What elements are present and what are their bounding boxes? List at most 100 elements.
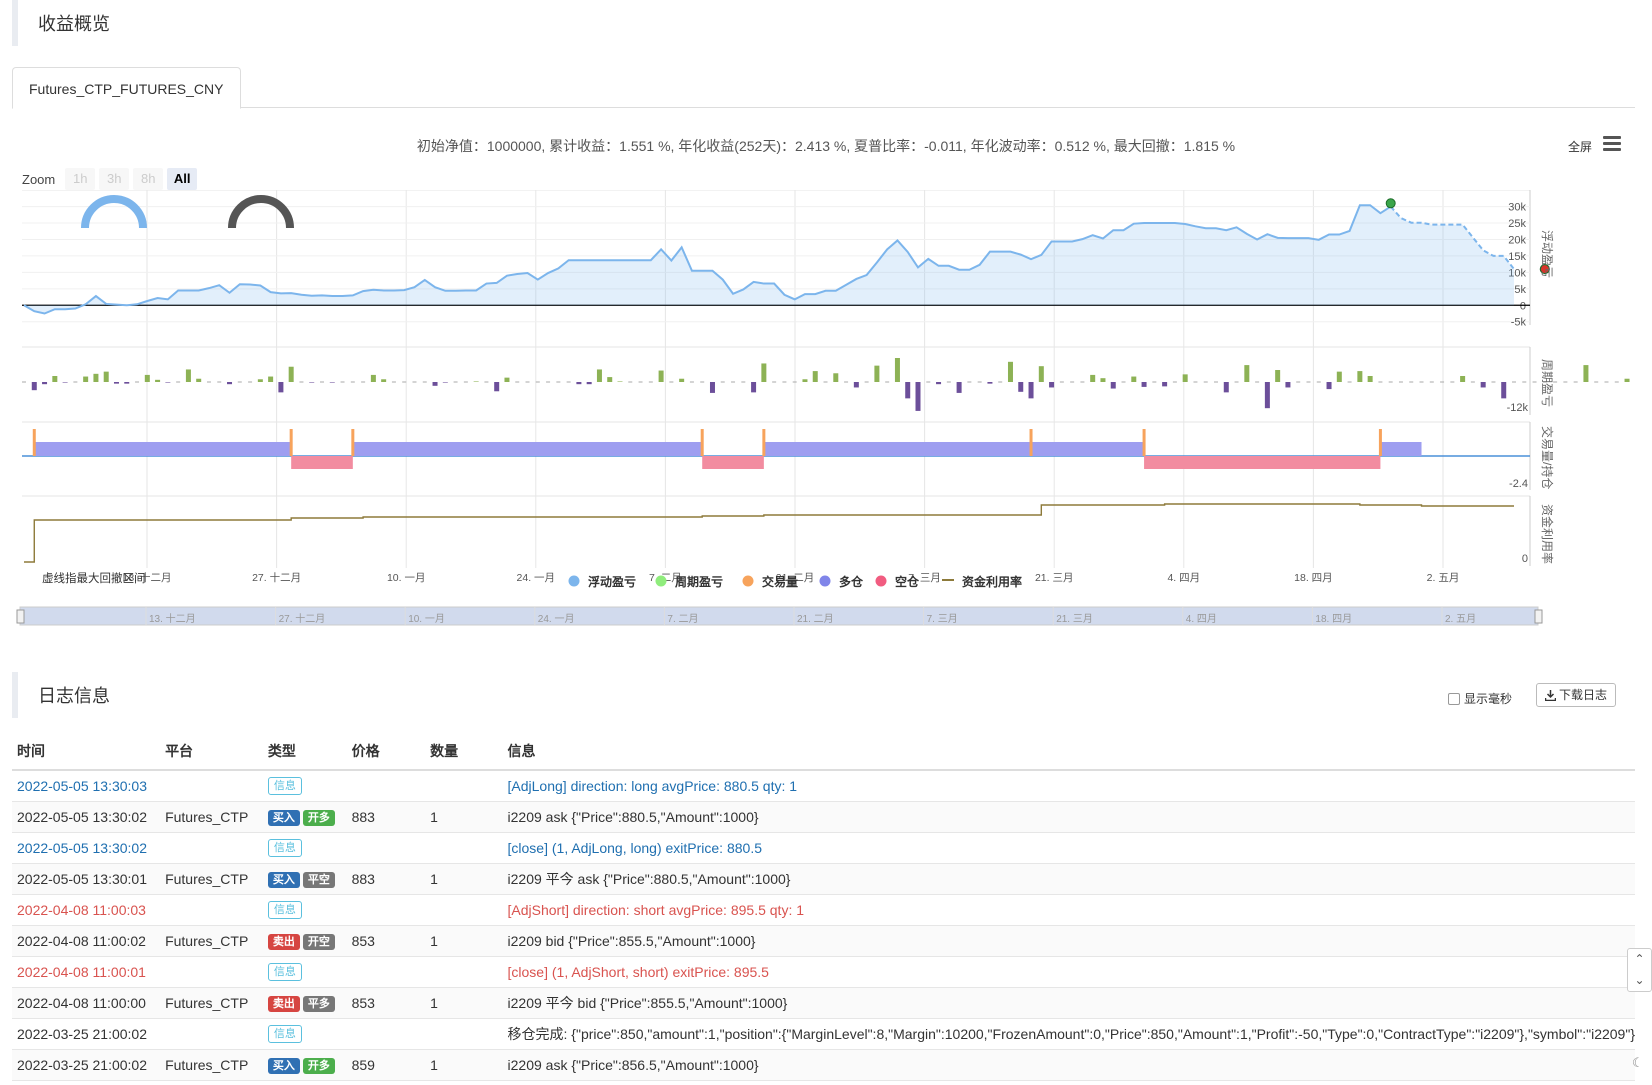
tab-futures-ctp[interactable]: Futures_CTP_FUTURES_CNY	[12, 67, 241, 109]
scroll-down-icon[interactable]: ⌄	[1628, 970, 1651, 991]
period-bar	[1255, 381, 1260, 383]
period-bar	[165, 382, 171, 383]
zoom-3h-button[interactable]: 3h	[99, 168, 130, 190]
log-price	[346, 956, 426, 988]
period-bar	[679, 378, 685, 382]
long-position-bar	[763, 442, 1032, 456]
period-bar	[113, 382, 119, 384]
y-tick-label: 15k	[1508, 251, 1526, 263]
log-time: 2022-05-05 13:30:03	[12, 770, 161, 802]
period-bar	[391, 381, 396, 383]
period-bar	[782, 381, 787, 383]
col-time: 时间	[12, 732, 161, 771]
log-table: 时间 平台 类型 价格 数量 信息 2022-05-05 13:30:03 信息[…	[12, 732, 1635, 1081]
show-ms-toggle[interactable]: 显示毫秒	[1448, 690, 1512, 707]
drawdown-peak-marker	[1385, 198, 1396, 209]
period-bar	[52, 376, 58, 382]
close-long-badge: 平多	[302, 995, 335, 1012]
long-position-bar	[352, 442, 703, 456]
log-row: 2022-05-05 13:30:02 Futures_CTP 买入 开多 883 1 i2…	[12, 801, 1635, 833]
period-bar	[1234, 381, 1239, 383]
moon-icon[interactable]: ☾	[1632, 1055, 1644, 1071]
zoom-all-button[interactable]: All	[167, 168, 198, 190]
period-bar	[237, 381, 242, 383]
period-bar	[864, 381, 869, 383]
log-price: 853	[346, 925, 426, 957]
pane-label-utilization: 资金利用率	[1540, 504, 1555, 564]
log-type: 买入 开多	[262, 1049, 347, 1081]
log-message: i2209 ask {"Price":856.5,"Amount":1000}	[502, 1049, 1635, 1081]
pane-label-period: 周期盈亏	[1540, 359, 1554, 407]
stats-summary: 初始净值：1000000, 累计收益：1.551 %, 年化收益(252天)：2…	[416, 138, 1236, 154]
navigator-right-handle	[1534, 609, 1543, 624]
period-bar	[73, 381, 78, 383]
download-log-button[interactable]: 下载日志	[1536, 683, 1617, 707]
period-bar	[894, 358, 900, 382]
log-platform	[160, 1018, 263, 1050]
pane-label-pnl: 浮动盈亏	[1540, 230, 1554, 278]
period-bar	[853, 382, 859, 388]
period-bar	[1193, 381, 1198, 383]
navigator-range	[19, 606, 1539, 626]
log-price	[346, 894, 426, 926]
log-type: 买入 开多	[262, 801, 347, 833]
period-bar	[1429, 381, 1434, 383]
gauge-gray	[228, 195, 294, 229]
legend-item: 浮动盈亏	[588, 574, 636, 589]
period-bar	[741, 381, 746, 383]
log-row: 2022-04-08 11:00:00 Futures_CTP 卖出 平多 853 1 i2…	[12, 987, 1635, 1019]
period-bar	[1563, 381, 1568, 383]
navigator-tick-label: 7. 二月	[667, 613, 698, 625]
period-bar	[802, 379, 808, 382]
legend-marker	[875, 575, 887, 587]
y-tick-label: 5k	[1514, 284, 1526, 296]
period-bar	[535, 381, 540, 383]
period-bar	[257, 379, 263, 382]
download-icon	[1545, 689, 1556, 701]
legend-item: 周期盈亏	[675, 574, 723, 589]
scroll-up-icon[interactable]: ⌃	[1628, 949, 1651, 970]
period-bar	[124, 382, 130, 384]
period-bar	[1110, 382, 1116, 389]
log-header-row: 时间 平台 类型 价格 数量 信息	[12, 732, 1635, 771]
period-bar	[22, 381, 26, 383]
log-platform	[160, 832, 263, 864]
log-time: 2022-05-05 13:30:02	[12, 832, 161, 864]
period-bar	[761, 363, 767, 382]
period-bar	[196, 378, 202, 382]
period-bar	[1409, 381, 1414, 383]
volume-bar	[32, 429, 36, 456]
period-bar	[1512, 381, 1516, 383]
period-bar	[700, 381, 705, 383]
period-bar	[628, 381, 633, 383]
close-short-badge: 平空	[302, 871, 335, 888]
volume-bar	[762, 429, 766, 456]
x-tick-label: 27. 十二月	[252, 571, 301, 584]
period-bar	[998, 381, 1003, 383]
fullscreen-button[interactable]: 全屏	[1568, 138, 1592, 155]
hamburger-icon[interactable]	[1603, 136, 1621, 152]
period-bar	[1491, 381, 1496, 383]
period-bar	[956, 382, 962, 393]
drawdown-note: 虚线指最大回撤区间	[42, 571, 146, 585]
show-ms-checkbox[interactable]	[1448, 692, 1460, 705]
period-bar	[494, 382, 500, 392]
zoom-1h-button[interactable]: 1h	[65, 168, 96, 190]
log-row: 2022-05-05 13:30:02 信息 [close] (1, AdjLong…	[12, 832, 1635, 864]
period-bar	[1264, 382, 1270, 409]
log-row: 2022-04-08 11:00:03 信息 [AdjShort] directio…	[12, 894, 1635, 926]
log-qty	[425, 832, 503, 864]
navigator-tick-label: 7. 三月	[927, 613, 958, 625]
y-tick-label: 25k	[1508, 218, 1526, 230]
period-bar	[546, 381, 551, 383]
period-bar	[576, 382, 582, 385]
col-platform: 平台	[160, 732, 263, 771]
zoom-8h-button[interactable]: 8h	[133, 168, 164, 190]
period-bar	[1152, 381, 1157, 383]
period-bar	[751, 382, 757, 393]
period-bar	[1583, 365, 1589, 382]
period-bar	[1480, 382, 1486, 388]
period-bar	[412, 381, 417, 383]
period-bar	[268, 376, 274, 382]
pnl-area	[24, 205, 1514, 314]
